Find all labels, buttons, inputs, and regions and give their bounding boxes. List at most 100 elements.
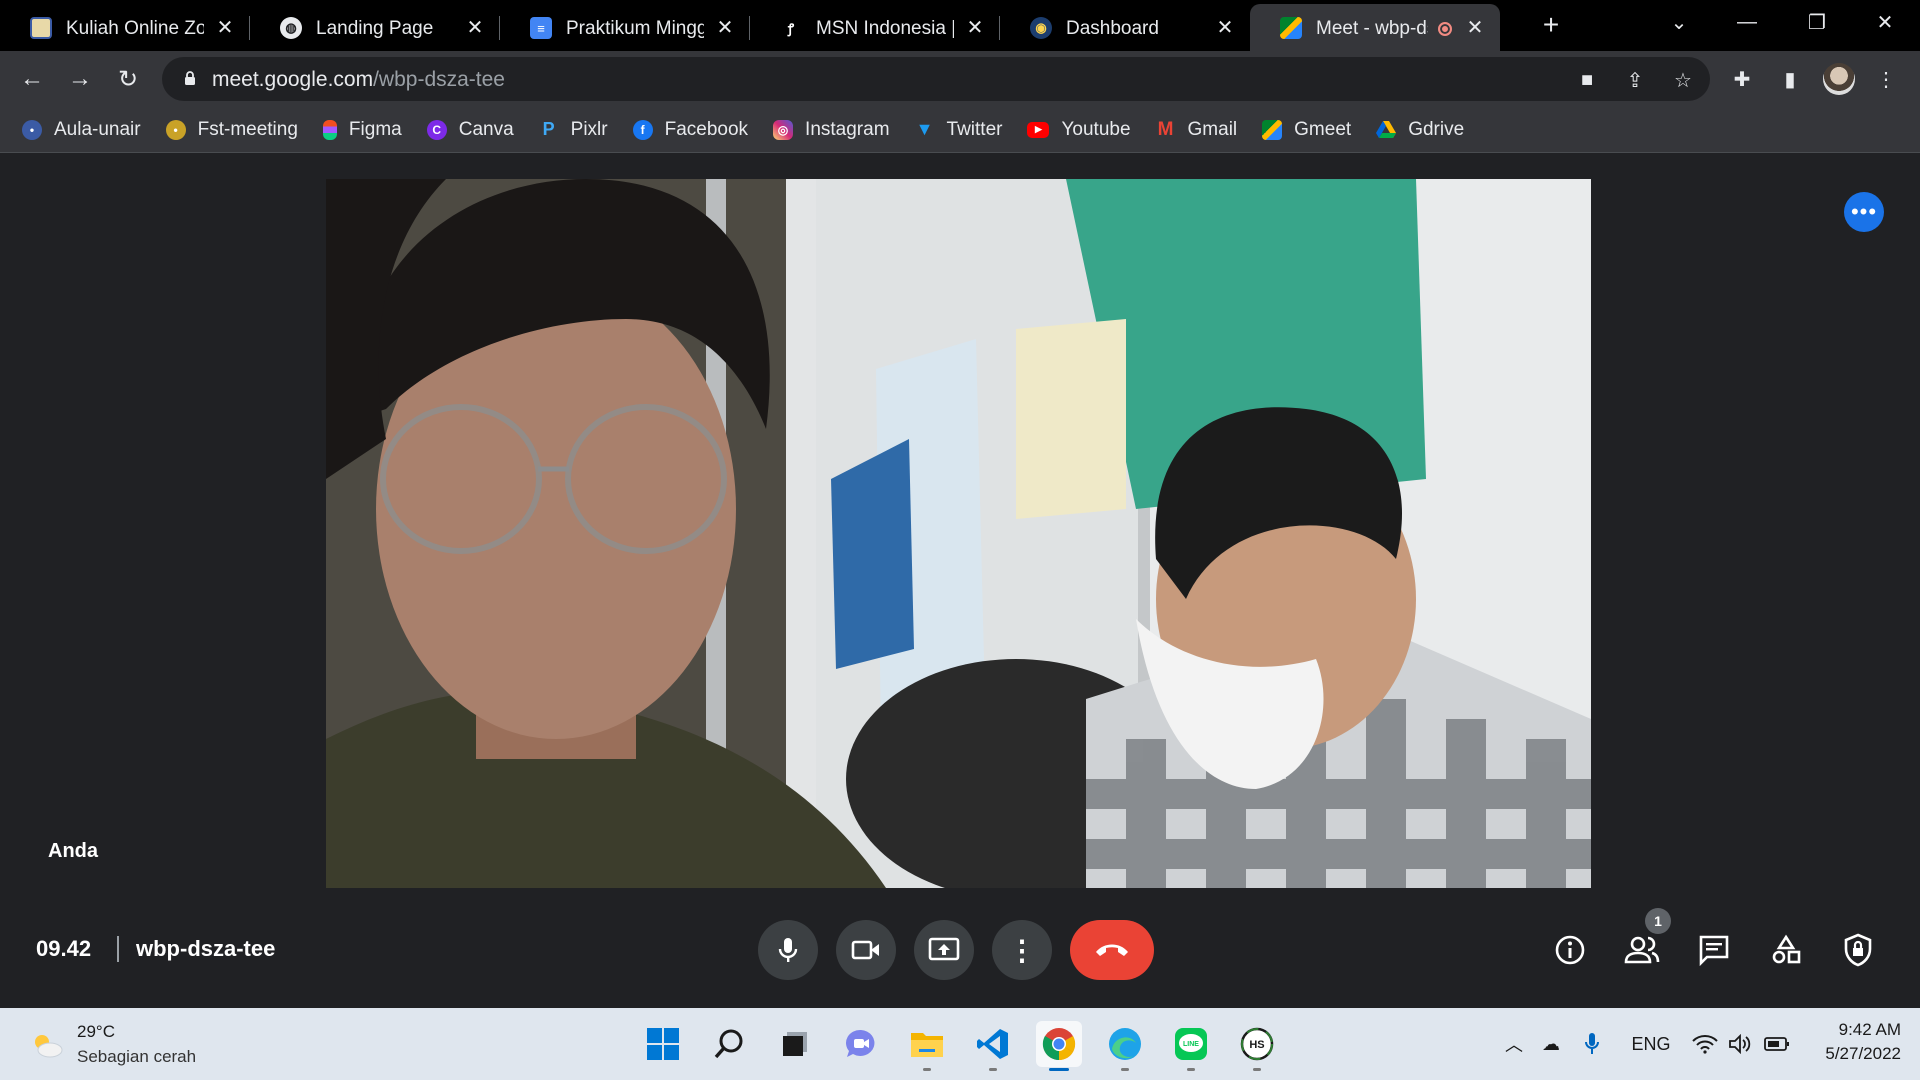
bookmark-label: Youtube bbox=[1061, 118, 1131, 140]
bookmark-label: Aula-unair bbox=[54, 118, 141, 140]
bookmark-label: Gdrive bbox=[1408, 118, 1465, 140]
bookmark-star-icon[interactable]: ☆ bbox=[1670, 67, 1696, 93]
bookmark-gdrive[interactable]: Gdrive bbox=[1376, 119, 1464, 141]
vscode-button[interactable] bbox=[970, 1021, 1016, 1071]
people-button[interactable] bbox=[1620, 928, 1664, 972]
activities-button[interactable] bbox=[1764, 928, 1808, 972]
google-meet-icon bbox=[1280, 17, 1302, 39]
chrome-menu-icon[interactable]: ⋮ bbox=[1868, 61, 1904, 97]
self-video-tile[interactable] bbox=[326, 179, 1591, 888]
wifi-icon[interactable] bbox=[1690, 1030, 1720, 1058]
bookmark-gmeet[interactable]: Gmeet bbox=[1262, 119, 1351, 141]
bookmark-twitter[interactable]: ▼ Twitter bbox=[915, 119, 1003, 141]
restore-button[interactable]: ❐ bbox=[1782, 0, 1852, 44]
bookmark-fst-meeting[interactable]: • Fst-meeting bbox=[165, 119, 298, 141]
forward-button[interactable]: → bbox=[62, 61, 98, 97]
close-tab-icon[interactable]: ✕ bbox=[464, 16, 486, 39]
volume-icon[interactable] bbox=[1725, 1030, 1755, 1058]
tile-more-options-button[interactable]: ••• bbox=[1844, 192, 1884, 232]
search-button[interactable] bbox=[706, 1021, 752, 1067]
close-tab-icon[interactable]: ✕ bbox=[214, 16, 236, 39]
host-controls-button[interactable] bbox=[1836, 928, 1880, 972]
globe-icon: ◍ bbox=[280, 17, 302, 39]
lock-icon bbox=[185, 71, 195, 85]
share-icon[interactable]: ⇪ bbox=[1622, 67, 1648, 93]
tab-dashboard[interactable]: ◉ Dashboard ✕ bbox=[1000, 4, 1250, 51]
chat-button[interactable] bbox=[1692, 928, 1736, 972]
weather-temperature[interactable]: 29°C bbox=[77, 1022, 115, 1042]
instagram-icon: ◎ bbox=[773, 119, 794, 140]
tab-title: Praktikum Minggu bbox=[566, 18, 704, 39]
side-panel-icon[interactable]: ▮ bbox=[1772, 61, 1808, 97]
bookmark-instagram[interactable]: ◎ Instagram bbox=[773, 119, 890, 141]
chrome-icon bbox=[1042, 1028, 1076, 1061]
tab-search-icon[interactable]: ⌄ bbox=[1644, 0, 1714, 44]
browser-toolbar: ← → ↻ meet.google.com/wbp-dsza-tee ■ ⇪ ☆… bbox=[0, 51, 1920, 107]
language-indicator[interactable]: ENG bbox=[1626, 1030, 1676, 1058]
bookmark-youtube[interactable]: ▶ Youtube bbox=[1027, 118, 1131, 141]
bookmark-gmail[interactable]: M Gmail bbox=[1156, 119, 1238, 141]
camera-in-use-icon[interactable]: ■ bbox=[1574, 67, 1600, 93]
chrome-button[interactable] bbox=[1036, 1021, 1082, 1071]
unair-icon: • bbox=[165, 119, 186, 140]
clock-time[interactable]: 9:42 AM bbox=[1831, 1020, 1901, 1040]
more-options-button[interactable]: ⋮ bbox=[992, 920, 1052, 980]
new-tab-button[interactable]: + bbox=[1536, 9, 1566, 40]
back-button[interactable]: ← bbox=[14, 61, 50, 97]
profile-avatar[interactable] bbox=[1823, 63, 1855, 95]
battery-icon[interactable] bbox=[1762, 1030, 1792, 1058]
close-tab-icon[interactable]: ✕ bbox=[1464, 16, 1486, 39]
tab-meet[interactable]: Meet - wbp-dsza-tee ✕ bbox=[1250, 4, 1500, 51]
extensions-icon[interactable]: ✚ bbox=[1724, 61, 1760, 97]
minimize-button[interactable]: — bbox=[1712, 0, 1782, 44]
file-explorer-button[interactable] bbox=[904, 1021, 950, 1071]
bookmark-label: Twitter bbox=[946, 118, 1003, 140]
bookmark-canva[interactable]: C Canva bbox=[426, 119, 514, 141]
tab-msn-indonesia[interactable]: ꝭ MSN Indonesia | Be ✕ bbox=[750, 4, 1000, 51]
leave-call-button[interactable] bbox=[1070, 920, 1154, 980]
close-tab-icon[interactable]: ✕ bbox=[964, 16, 986, 39]
file-explorer-icon bbox=[911, 1033, 943, 1057]
line-button[interactable]: LINE bbox=[1168, 1021, 1214, 1071]
close-window-button[interactable]: ✕ bbox=[1850, 0, 1920, 44]
tab-title: Dashboard bbox=[1066, 18, 1159, 39]
task-view-button[interactable] bbox=[772, 1021, 818, 1067]
msn-icon: ꝭ bbox=[780, 17, 802, 39]
show-hidden-icons-button[interactable]: ︿ bbox=[1502, 1030, 1526, 1058]
running-indicator bbox=[1121, 1068, 1129, 1071]
edge-button[interactable] bbox=[1102, 1021, 1148, 1071]
tab-landing-page[interactable]: ◍ Landing Page ✕ bbox=[250, 4, 500, 51]
bookmark-figma[interactable]: Figma bbox=[322, 119, 402, 141]
close-tab-icon[interactable]: ✕ bbox=[1214, 16, 1236, 39]
onedrive-icon[interactable]: ☁ bbox=[1536, 1030, 1566, 1058]
teams-chat-button[interactable] bbox=[838, 1021, 884, 1067]
partly-cloudy-icon[interactable] bbox=[30, 1032, 64, 1058]
tab-title: Kuliah Online Zoom bbox=[66, 18, 204, 39]
meeting-details-button[interactable] bbox=[1548, 928, 1592, 972]
camera-button[interactable] bbox=[836, 920, 896, 980]
microphone-in-use-icon[interactable] bbox=[1580, 1030, 1604, 1058]
tab-kuliah-online-zoom[interactable]: Kuliah Online Zoom ✕ bbox=[0, 4, 250, 51]
running-indicator bbox=[989, 1068, 997, 1071]
close-tab-icon[interactable]: ✕ bbox=[714, 16, 736, 39]
clock-date[interactable]: 5/27/2022 bbox=[1810, 1044, 1901, 1064]
weather-description[interactable]: Sebagian cerah bbox=[77, 1047, 196, 1067]
bookmark-facebook[interactable]: f Facebook bbox=[632, 119, 748, 141]
bookmark-pixlr[interactable]: P Pixlr bbox=[539, 119, 608, 141]
twitter-icon: ▼ bbox=[915, 119, 934, 139]
tab-praktikum-minggu[interactable]: ≡ Praktikum Minggu ✕ bbox=[500, 4, 750, 51]
running-indicator bbox=[1187, 1068, 1195, 1071]
line-icon: LINE bbox=[1175, 1028, 1207, 1060]
reload-button[interactable]: ↻ bbox=[110, 61, 146, 97]
present-screen-button[interactable] bbox=[914, 920, 974, 980]
start-button[interactable] bbox=[640, 1021, 686, 1067]
edge-icon bbox=[1109, 1028, 1141, 1060]
url-text: meet.google.com/wbp-dsza-tee bbox=[212, 68, 505, 92]
bookmark-aula-unair[interactable]: • Aula-unair bbox=[22, 119, 141, 141]
address-bar[interactable]: meet.google.com/wbp-dsza-tee ■ ⇪ ☆ bbox=[162, 57, 1710, 101]
vscode-icon bbox=[977, 1029, 1008, 1059]
hs-app-button[interactable]: HS bbox=[1234, 1021, 1280, 1071]
microphone-button[interactable] bbox=[758, 920, 818, 980]
dashboard-logo-icon: ◉ bbox=[1030, 17, 1052, 39]
unair-logo-icon bbox=[30, 17, 52, 39]
